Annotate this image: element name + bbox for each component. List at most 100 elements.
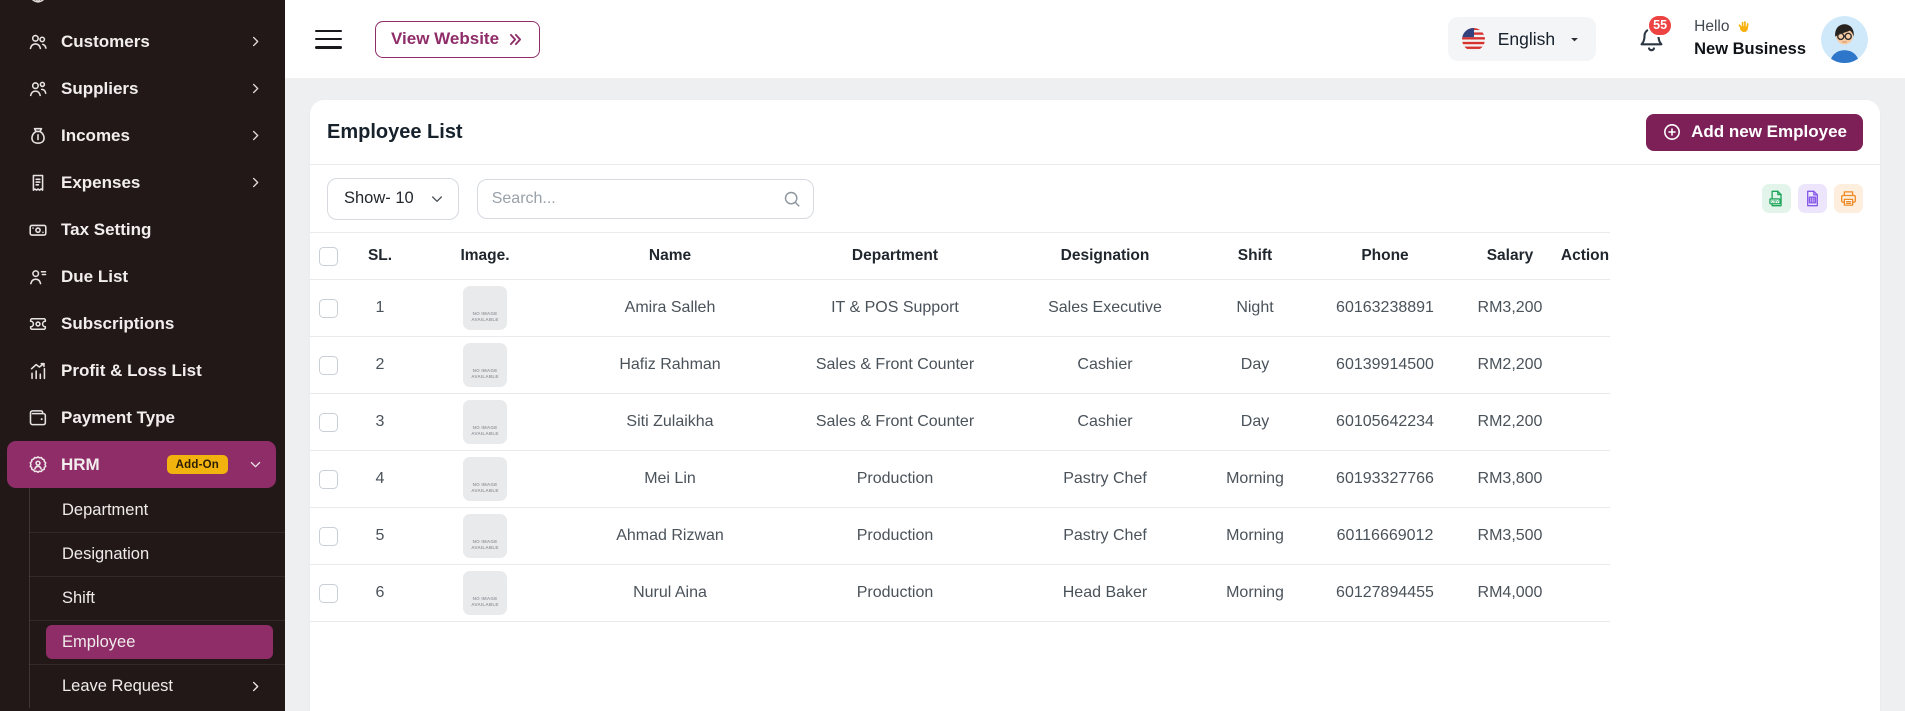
photo-icon <box>477 350 494 367</box>
sidebar-item-label: Incomes <box>61 126 236 146</box>
no-image-placeholder: NO IMAGE AVAILABLE <box>463 571 507 615</box>
cell-salary: RM2,200 <box>1460 413 1560 431</box>
us-flag-icon <box>1460 26 1487 53</box>
row-checkbox[interactable] <box>319 584 338 603</box>
column-header-designation: Designation <box>1010 247 1200 265</box>
chevron-down-icon <box>429 191 445 207</box>
no-image-placeholder: NO IMAGE AVAILABLE <box>463 343 507 387</box>
export-spreadsheet-button[interactable] <box>1798 184 1827 213</box>
row-checkbox[interactable] <box>319 356 338 375</box>
cell-designation: Pastry Chef <box>1010 527 1200 545</box>
row-actions-menu[interactable] <box>1572 409 1598 435</box>
cell-phone: 60163238891 <box>1310 299 1460 317</box>
select-all-checkbox[interactable] <box>319 247 338 266</box>
ticket-icon <box>27 313 49 335</box>
row-actions-menu[interactable] <box>1572 523 1598 549</box>
cell-phone: 60105642234 <box>1310 413 1460 431</box>
hamburger-menu-icon[interactable] <box>315 30 342 49</box>
sidebar-item-hrm[interactable]: HRM Add-On <box>7 441 276 488</box>
wallet-icon <box>27 407 49 429</box>
row-checkbox[interactable] <box>319 470 338 489</box>
add-employee-label: Add new Employee <box>1691 122 1847 142</box>
waving-hand-icon <box>1735 19 1752 36</box>
cell-sl: 3 <box>350 413 410 431</box>
employee-table: SL.Image.NameDepartmentDesignationShiftP… <box>310 232 1610 622</box>
cell-shift: Morning <box>1200 470 1310 488</box>
cell-image: NO IMAGE AVAILABLE <box>410 400 560 444</box>
user-avatar[interactable] <box>1821 16 1868 63</box>
row-actions-menu[interactable] <box>1572 580 1598 606</box>
users-icon <box>27 31 49 53</box>
sidebar-item-expenses[interactable]: Expenses <box>0 159 285 206</box>
money-note-icon <box>27 219 49 241</box>
column-header-image: Image. <box>410 247 560 265</box>
money-bag-icon <box>27 125 49 147</box>
cell-name: Amira Salleh <box>560 299 780 317</box>
show-entries-dropdown[interactable]: Show- 10 <box>327 178 459 220</box>
sidebar-item-tax-setting[interactable]: Tax Setting <box>0 206 285 253</box>
cell-salary: RM3,800 <box>1460 470 1560 488</box>
submenu-item-label: Shift <box>62 589 263 608</box>
sidebar-item-due-list[interactable]: Due List <box>0 253 285 300</box>
printer-icon <box>1838 188 1859 209</box>
submenu-item-department[interactable]: Department <box>0 488 285 532</box>
row-actions-menu[interactable] <box>1572 466 1598 492</box>
greeting-text: Hello <box>1694 16 1729 38</box>
cell-shift: Day <box>1200 356 1310 374</box>
cell-department: Sales & Front Counter <box>780 413 1010 431</box>
submenu-item-shift[interactable]: Shift <box>0 576 285 620</box>
sidebar-item-label: Expenses <box>61 173 236 193</box>
sidebar-item-suppliers[interactable]: Suppliers <box>0 65 285 112</box>
cell-designation: Cashier <box>1010 356 1200 374</box>
view-website-button[interactable]: View Website <box>375 21 540 58</box>
table-row: 2 NO IMAGE AVAILABLE Hafiz Rahman Sales … <box>310 337 1610 394</box>
cell-department: Production <box>780 470 1010 488</box>
no-image-placeholder: NO IMAGE AVAILABLE <box>463 286 507 330</box>
row-checkbox[interactable] <box>319 299 338 318</box>
submenu-item-employee[interactable]: Employee <box>0 620 285 664</box>
row-actions-menu[interactable] <box>1572 352 1598 378</box>
chevron-right-icon <box>248 128 263 143</box>
cell-designation: Cashier <box>1010 413 1200 431</box>
addon-badge: Add-On <box>167 455 228 474</box>
cell-shift: Day <box>1200 413 1310 431</box>
search-input[interactable] <box>477 179 814 219</box>
no-image-text: NO IMAGE AVAILABLE <box>469 596 501 608</box>
submenu-item-designation[interactable]: Designation <box>0 532 285 576</box>
user-greeting: Hello New Business <box>1694 16 1806 62</box>
sidebar-nav: Customers Suppliers Incomes Expenses Tax… <box>0 0 285 488</box>
row-checkbox[interactable] <box>319 413 338 432</box>
sidebar-item-incomes[interactable]: Incomes <box>0 112 285 159</box>
chevron-right-icon <box>248 81 263 96</box>
sidebar-item-subscriptions[interactable]: Subscriptions <box>0 300 285 347</box>
table-body: 1 NO IMAGE AVAILABLE Amira Salleh IT & P… <box>310 280 1610 622</box>
export-csv-button[interactable]: CSV <box>1762 184 1791 213</box>
print-button[interactable] <box>1834 184 1863 213</box>
sidebar-item-label: Due List <box>61 267 263 287</box>
sidebar-item-payment-type[interactable]: Payment Type <box>0 394 285 441</box>
employee-list-card: Employee List Add new Employee Show- 10 … <box>310 100 1880 711</box>
cell-salary: RM2,200 <box>1460 356 1560 374</box>
add-employee-button[interactable]: Add new Employee <box>1646 114 1863 151</box>
notifications-button[interactable]: 55 <box>1636 24 1667 55</box>
cell-image: NO IMAGE AVAILABLE <box>410 514 560 558</box>
cell-salary: RM3,500 <box>1460 527 1560 545</box>
cell-image: NO IMAGE AVAILABLE <box>410 343 560 387</box>
row-actions-menu[interactable] <box>1572 295 1598 321</box>
no-image-text: NO IMAGE AVAILABLE <box>469 482 501 494</box>
language-selector[interactable]: English <box>1448 17 1596 61</box>
row-checkbox[interactable] <box>319 527 338 546</box>
sidebar: Customers Suppliers Incomes Expenses Tax… <box>0 0 285 711</box>
sidebar-item-customers[interactable]: Customers <box>0 18 285 65</box>
chevron-right-icon <box>248 175 263 190</box>
cell-salary: RM3,200 <box>1460 299 1560 317</box>
photo-icon <box>477 464 494 481</box>
no-image-text: NO IMAGE AVAILABLE <box>469 311 501 323</box>
submenu-item-leave-request[interactable]: Leave Request <box>0 664 285 708</box>
svg-text:CSV: CSV <box>1771 200 1779 204</box>
cell-department: IT & POS Support <box>780 299 1010 317</box>
submenu-item-label: Department <box>62 501 263 520</box>
table-row: 4 NO IMAGE AVAILABLE Mei Lin Production … <box>310 451 1610 508</box>
sidebar-item-profit-loss-list[interactable]: Profit & Loss List <box>0 347 285 394</box>
cell-phone: 60127894455 <box>1310 584 1460 602</box>
